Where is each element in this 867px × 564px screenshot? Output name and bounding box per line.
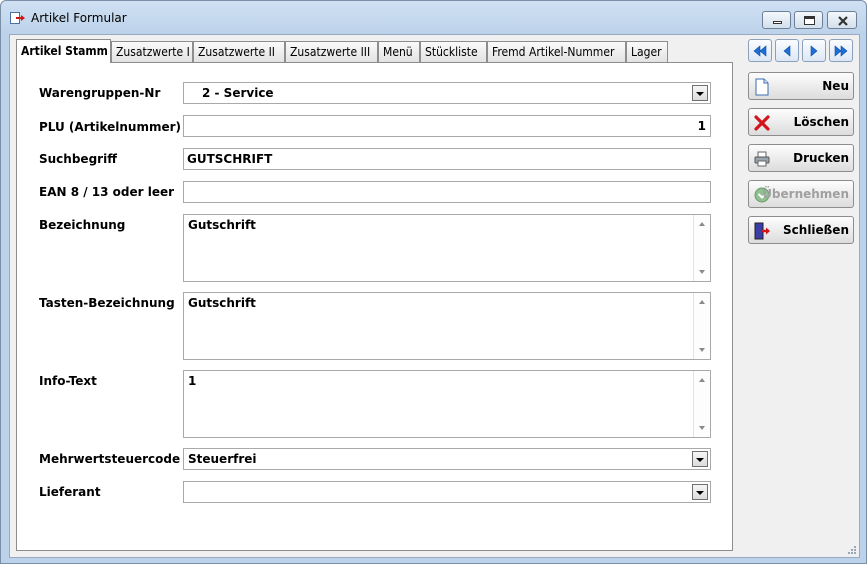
app-icon [10, 12, 25, 24]
tasten-bezeichnung-label: Tasten-Bezeichnung [39, 296, 175, 310]
neu-button[interactable]: Neu [748, 72, 854, 100]
tab-menue[interactable]: Menü [378, 41, 420, 62]
suchbegriff-label: Suchbegriff [39, 152, 117, 166]
mwst-label: Mehrwertsteuercode [39, 452, 181, 466]
lieferant-select[interactable] [183, 481, 711, 503]
tab-zusatzwerte-1[interactable]: Zusatzwerte I [111, 41, 193, 62]
info-text-value: 1 [188, 374, 197, 388]
drucken-label: Drucken [793, 151, 849, 165]
ean-label: EAN 8 / 13 oder leer [39, 185, 175, 199]
tasten-bezeichnung-value: Gutschrift [188, 296, 256, 310]
loeschen-label: Löschen [793, 115, 849, 129]
next-record-icon [810, 45, 818, 57]
window-title: Artikel Formular [31, 11, 127, 25]
title-bar[interactable]: Artikel Formular [1, 1, 866, 35]
bezeichnung-value: Gutschrift [188, 218, 256, 232]
neu-label: Neu [822, 79, 849, 93]
first-record-button[interactable] [748, 39, 772, 62]
schliessen-label: Schließen [783, 223, 849, 237]
new-document-icon [755, 78, 769, 96]
chevron-down-icon[interactable] [692, 451, 708, 467]
uebernehmen-button[interactable]: Übernehmen [748, 180, 854, 208]
scroll-up-icon[interactable] [699, 222, 705, 226]
tasten-bezeichnung-memo[interactable]: Gutschrift [183, 292, 711, 360]
close-icon [838, 16, 848, 26]
mwst-value: Steuerfrei [188, 452, 257, 466]
suchbegriff-field[interactable]: GUTSCHRIFT [183, 148, 711, 170]
printer-icon [754, 151, 770, 167]
loeschen-button[interactable]: Löschen [748, 108, 854, 136]
info-scrollbar[interactable] [693, 371, 710, 437]
uebernehmen-label: Übernehmen [762, 187, 849, 201]
resize-grip-icon[interactable] [847, 545, 857, 555]
plu-label: PLU (Artikelnummer) [39, 120, 182, 134]
exit-door-icon [754, 222, 770, 240]
last-record-button[interactable] [829, 39, 853, 62]
maximize-button[interactable] [794, 11, 823, 29]
minimize-icon [773, 21, 782, 24]
tab-zusatzwerte-3[interactable]: Zusatzwerte III [285, 41, 378, 62]
plu-field[interactable]: 1 [183, 115, 711, 137]
tab-artikel-stamm[interactable]: Artikel Stamm [16, 39, 111, 63]
info-text-label: Info-Text [39, 374, 97, 388]
lieferant-label: Lieferant [39, 485, 101, 499]
close-button[interactable] [827, 11, 857, 29]
scroll-up-icon[interactable] [699, 300, 705, 304]
artikel-stamm-panel: Warengruppen-Nr 2 - Service PLU (Artikel… [16, 62, 733, 551]
delete-icon [754, 115, 770, 131]
schliessen-button[interactable]: Schließen [748, 216, 854, 244]
scroll-up-icon[interactable] [699, 378, 705, 382]
chevron-down-icon[interactable] [692, 484, 708, 500]
bezeichnung-memo[interactable]: Gutschrift [183, 214, 711, 282]
warengruppe-value: 2 - Service [202, 86, 274, 100]
scroll-down-icon[interactable] [699, 348, 705, 352]
chevron-down-icon[interactable] [692, 85, 708, 101]
tab-zusatzwerte-2[interactable]: Zusatzwerte II [193, 41, 285, 62]
minimize-button[interactable] [762, 11, 791, 29]
info-text-memo[interactable]: 1 [183, 370, 711, 438]
tasten-scrollbar[interactable] [693, 293, 710, 359]
first-record-icon [753, 45, 767, 57]
drucken-button[interactable]: Drucken [748, 144, 854, 172]
maximize-icon [804, 16, 815, 25]
warengruppe-select[interactable]: 2 - Service [183, 82, 711, 104]
mwst-select[interactable]: Steuerfrei [183, 448, 711, 470]
ean-field[interactable] [183, 181, 711, 203]
bezeichnung-label: Bezeichnung [39, 218, 126, 232]
tab-stueckliste[interactable]: Stückliste [420, 41, 487, 62]
client-area: Artikel Stamm Zusatzwerte I Zusatzwerte … [9, 34, 860, 558]
previous-record-icon [783, 45, 791, 57]
tab-lager[interactable]: Lager [626, 41, 668, 62]
warengruppe-label: Warengruppen-Nr [39, 86, 161, 100]
bezeichnung-scrollbar[interactable] [693, 215, 710, 281]
last-record-icon [834, 45, 848, 57]
artikel-formular-window: Artikel Formular Artikel Stamm Zusatzwer… [0, 0, 867, 564]
scroll-down-icon[interactable] [699, 426, 705, 430]
scroll-down-icon[interactable] [699, 270, 705, 274]
previous-record-button[interactable] [775, 39, 799, 62]
next-record-button[interactable] [802, 39, 826, 62]
tab-fremd-artikel-nummer[interactable]: Fremd Artikel-Nummer [487, 41, 626, 62]
